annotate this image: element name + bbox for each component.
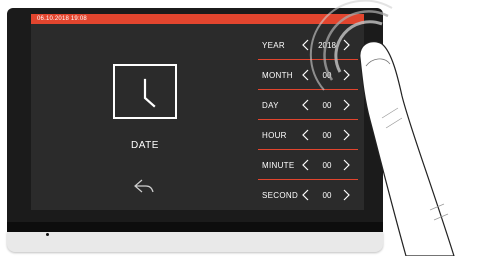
finger-icon: [359, 41, 455, 256]
touch-gesture-overlay: [309, 0, 455, 256]
